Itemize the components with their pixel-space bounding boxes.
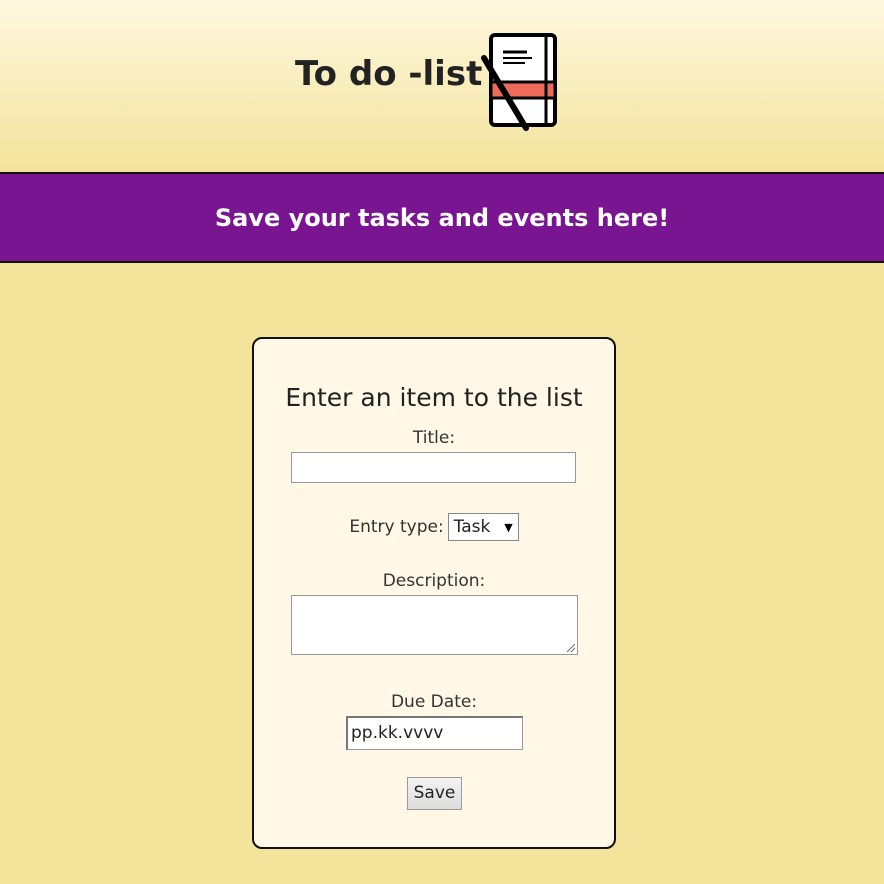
entry-form: Enter an item to the list Title: Entry t… [252, 337, 616, 849]
description-textarea[interactable] [291, 595, 578, 655]
dropdown-arrow-icon: ▼ [504, 520, 513, 534]
entry-type-select[interactable]: Task ▼ [447, 513, 519, 541]
page-title: To do -list [295, 54, 483, 94]
banner-text: Save your tasks and events here! [214, 203, 670, 232]
due-date-input[interactable]: pp.kk.vvvv [346, 716, 523, 750]
save-button[interactable]: Save [407, 777, 462, 810]
title-label: Title: [412, 428, 456, 448]
due-date-label: Due Date: [390, 692, 478, 712]
resize-handle-icon[interactable] [567, 644, 575, 652]
entry-type-value: Task [453, 517, 491, 537]
description-label: Description: [382, 571, 486, 591]
tagline-banner: Save your tasks and events here! [0, 172, 884, 263]
header: To do -list [0, 0, 884, 172]
form-heading: Enter an item to the list [285, 383, 583, 412]
entry-type-row: Entry type: Task ▼ [254, 513, 614, 541]
entry-type-label: Entry type: [349, 517, 444, 537]
notebook-pen-icon [480, 30, 560, 132]
title-input[interactable] [291, 452, 576, 483]
